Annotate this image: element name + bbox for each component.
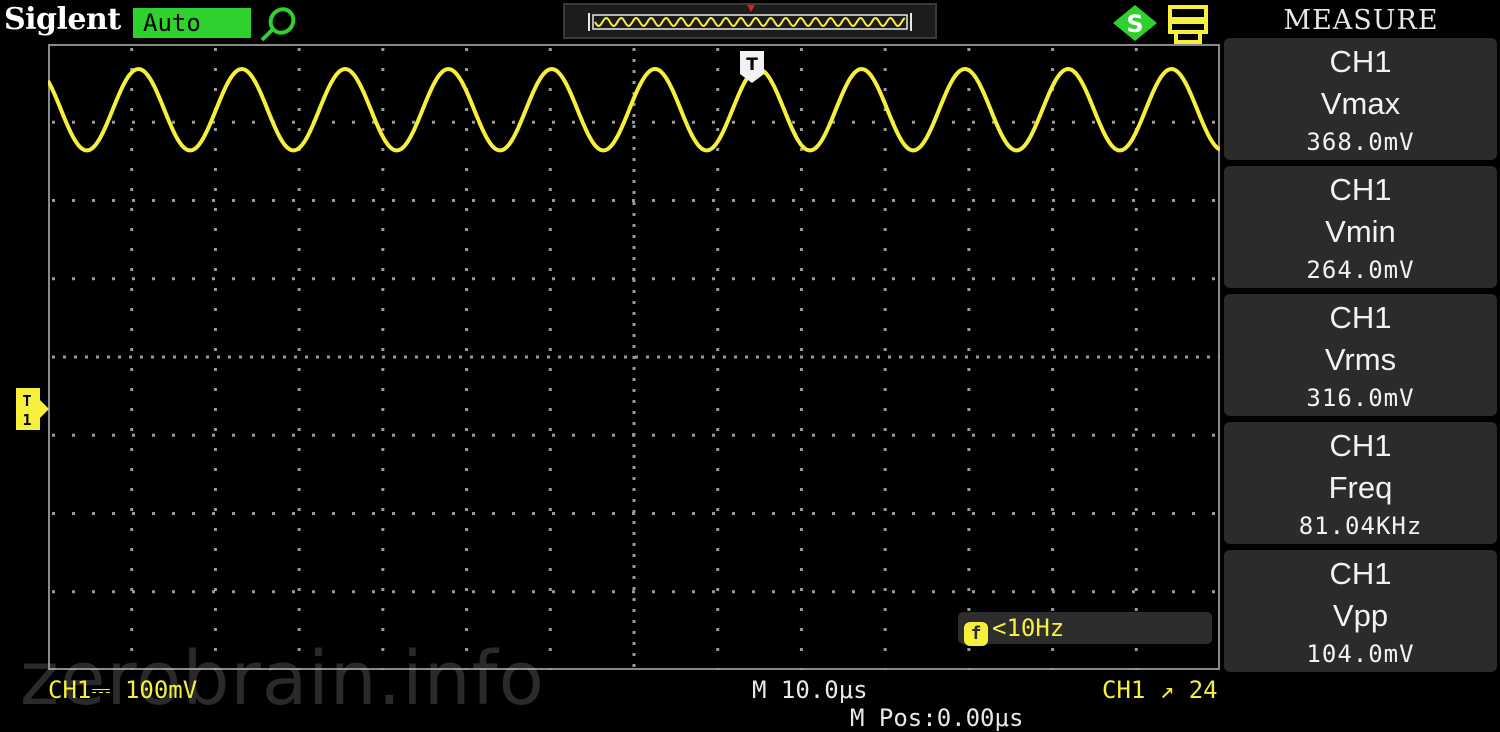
measure-menu: CH1 Vmax 368.0mV CH1 Vmin 264.0mV CH1 Vr…	[1222, 38, 1500, 731]
measure-channel: CH1	[1329, 428, 1392, 463]
probe-icon	[260, 7, 296, 42]
ch1-trigger-level-marker[interactable]: T 1	[16, 388, 50, 430]
measure-channel: CH1	[1329, 300, 1392, 335]
measure-channel: CH1	[1329, 556, 1392, 591]
grid-lines	[52, 48, 1220, 670]
measure-value: 104.0mV	[1306, 640, 1415, 668]
svg-text:T: T	[22, 392, 31, 410]
timebase-readout: M 10.0μs	[752, 676, 868, 704]
measure-type: Vpp	[1332, 598, 1389, 633]
measure-value: 264.0mV	[1306, 256, 1415, 284]
trigger-time-marker: T	[740, 51, 764, 83]
measure-type: Vrms	[1324, 342, 1397, 377]
measure-type: Vmin	[1325, 214, 1396, 249]
usb-icon: S	[1113, 5, 1157, 41]
measure-channel: CH1	[1329, 44, 1392, 79]
svg-text:T: T	[746, 55, 758, 75]
measure-item-freq[interactable]: CH1 Freq 81.04KHz	[1224, 422, 1497, 544]
trigger-position-pointer	[747, 5, 755, 12]
measure-item-vmax[interactable]: CH1 Vmax 368.0mV	[1224, 38, 1497, 160]
frequency-icon: f	[964, 622, 988, 646]
measure-item-vpp[interactable]: CH1 Vpp 104.0mV	[1224, 550, 1497, 672]
svg-text:S: S	[1126, 10, 1143, 38]
measure-value: 81.04KHz	[1298, 512, 1423, 540]
measure-item-vmin[interactable]: CH1 Vmin 264.0mV	[1224, 166, 1497, 288]
printer-icon	[1168, 5, 1208, 44]
frequency-counter: f <10Hz	[958, 612, 1212, 646]
measure-value: 368.0mV	[1306, 128, 1415, 156]
svg-text:1: 1	[22, 411, 31, 429]
measure-item-vrms[interactable]: CH1 Vrms 316.0mV	[1224, 294, 1497, 416]
ch1-vertical-scale: CH1⎓ 100mV	[48, 676, 198, 704]
memory-overview-wave	[588, 5, 912, 31]
measure-menu-title: MEASURE	[1222, 0, 1500, 38]
horizontal-position-readout: M Pos:0.00μs	[850, 704, 1024, 732]
top-status-bar: Siglent Auto S	[0, 0, 1222, 44]
frequency-counter-value: <10Hz	[992, 614, 1065, 642]
measure-value: 316.0mV	[1306, 384, 1415, 412]
measure-channel: CH1	[1329, 172, 1392, 207]
measure-type: Freq	[1328, 470, 1393, 505]
trigger-mode-badge: Auto	[133, 8, 251, 38]
waveform-memory-indicator	[563, 3, 937, 39]
brand-logo: Siglent	[4, 2, 121, 37]
measure-type: Vmax	[1320, 86, 1401, 121]
waveform-display	[48, 48, 1220, 670]
